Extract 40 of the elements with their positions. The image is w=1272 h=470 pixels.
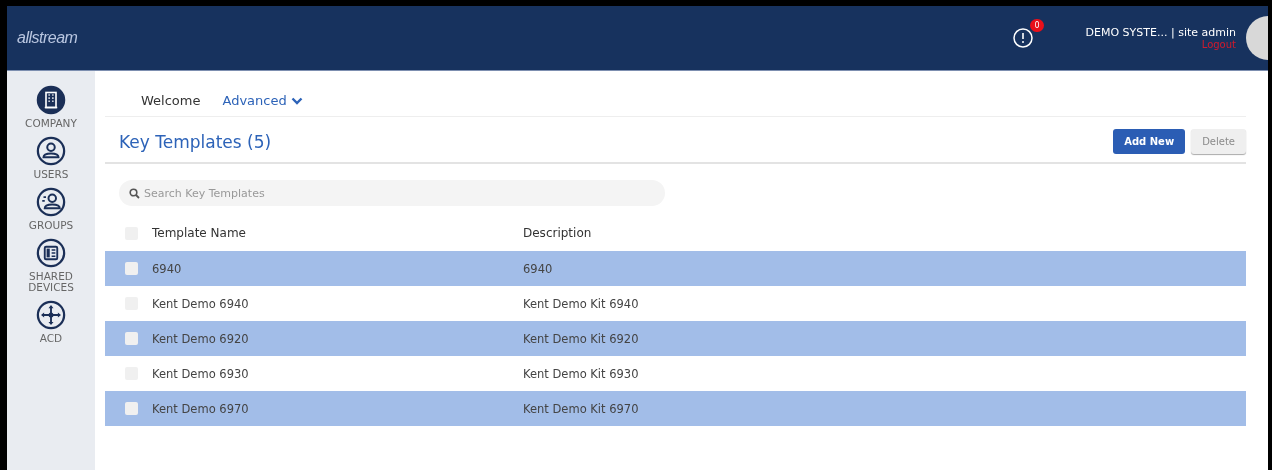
page-title: Key Templates (5) [119,131,272,152]
building-icon [36,85,66,115]
table-cell-text: Kent Demo Kit 6930 [523,366,640,381]
table-cell-text: Kent Demo 6930 [152,366,250,381]
notification-badge: 0 [1030,19,1044,32]
acd-icon [36,300,66,330]
group-icon [36,187,66,217]
nav-link[interactable]: Welcome [141,93,201,108]
table-row[interactable]: Kent Demo 6970 Kent Demo Kit 6970 [105,391,1246,426]
sidebar-item[interactable]: ACD [11,300,91,344]
sidebar-item[interactable]: USERS [11,136,91,180]
table-cell-text: 6940 [152,261,183,276]
table-row[interactable]: 6940 6940 [105,251,1246,286]
account-name: DEMO SYSTE... | site admin [1085,26,1236,39]
table-cell-text: Kent Demo 6940 [152,296,250,311]
table-cell-text: Kent Demo Kit 6940 [523,296,640,311]
column-header[interactable]: Description [523,226,894,240]
table-cell-text: Kent Demo 6920 [152,331,250,346]
sidebar-item[interactable]: SHARED DEVICES [11,238,91,293]
row-checkbox[interactable] [125,262,138,275]
sidebar-item[interactable]: COMPANY [11,85,91,129]
user-icon [36,136,66,166]
alert-icon[interactable] [1011,27,1034,49]
device-icon [36,238,66,268]
chevron-down-icon [290,96,303,105]
logo[interactable]: allstream [7,29,78,47]
table-cell-text: 6940 [523,261,554,276]
search-field[interactable]: Search Key Templates [119,180,665,206]
table-row[interactable]: Kent Demo 6940 Kent Demo Kit 6940 [105,286,1246,321]
table-cell-text: Kent Demo 6970 [152,401,250,416]
sidebar-item[interactable]: GROUPS [11,187,91,231]
action-button[interactable]: Add New [1113,129,1186,154]
row-checkbox[interactable] [125,332,138,345]
dropdown-link[interactable]: Advanced [222,93,303,108]
table-cell-text: Kent Demo Kit 6920 [523,331,640,346]
column-header[interactable]: Template Name [152,226,523,240]
table-row[interactable]: Kent Demo 6930 Kent Demo Kit 6930 [105,356,1246,391]
table-cell-text: Kent Demo Kit 6970 [523,401,640,416]
row-checkbox[interactable] [125,402,138,415]
table-row[interactable]: Kent Demo 6920 Kent Demo Kit 6920 [105,321,1246,356]
